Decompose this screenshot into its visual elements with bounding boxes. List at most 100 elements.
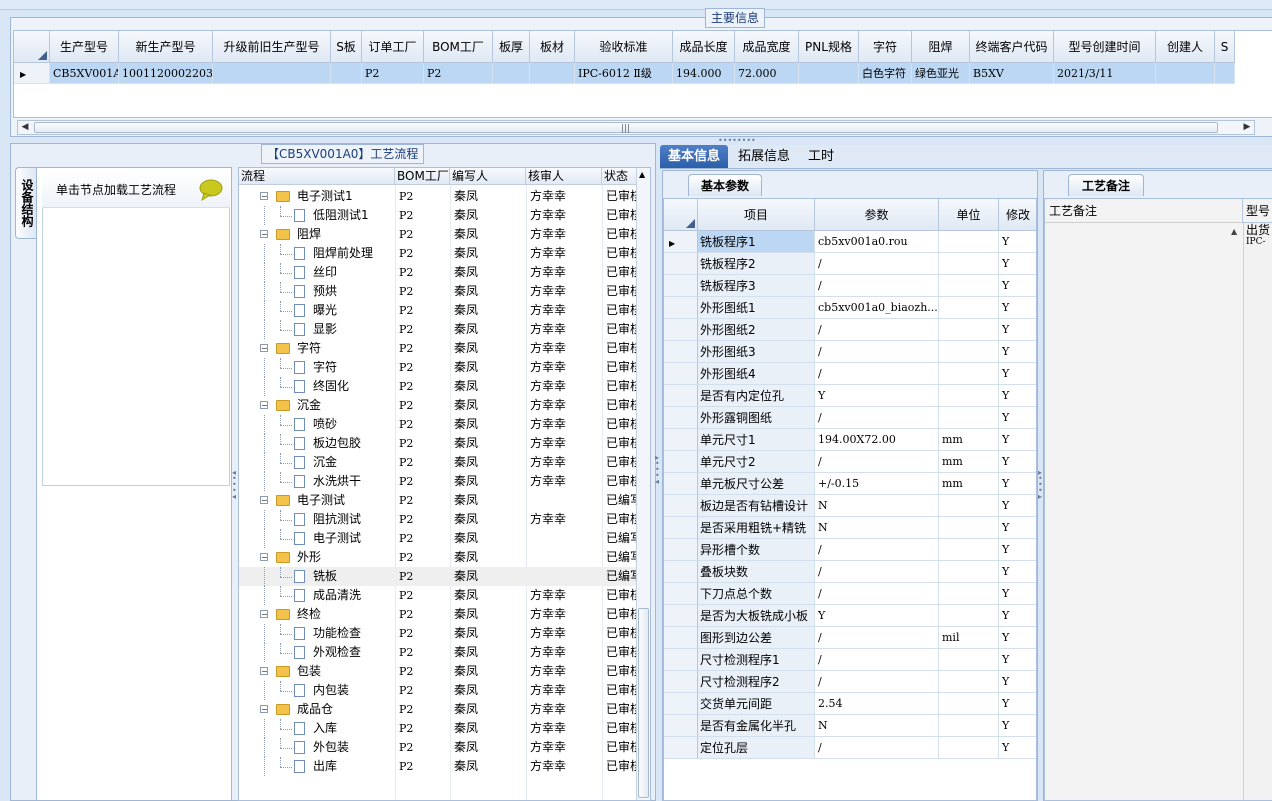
- tree-node[interactable]: 字符: [239, 358, 395, 377]
- param-modify[interactable]: Y: [999, 605, 1036, 627]
- param-unit[interactable]: [939, 561, 999, 583]
- scrollbar-thumb[interactable]: |||: [34, 122, 1218, 134]
- param-unit[interactable]: [939, 231, 999, 253]
- param-row[interactable]: 下刀点总个数 / Y: [664, 583, 1036, 605]
- main-cell[interactable]: CB5XV001A0: [50, 63, 119, 84]
- tree-row[interactable]: − 电子测试 P2 秦凤 已编写: [239, 491, 638, 510]
- scroll-up-icon[interactable]: ▲: [1231, 227, 1237, 236]
- param-row-indicator[interactable]: [664, 341, 698, 363]
- main-cell[interactable]: 2021/3/11: [1054, 63, 1156, 84]
- param-row[interactable]: 铣板程序2/ Y: [664, 253, 1036, 275]
- param-row-indicator[interactable]: [664, 561, 698, 583]
- main-cell[interactable]: IPC-6012 Ⅱ级: [575, 63, 673, 84]
- param-unit[interactable]: [939, 671, 999, 693]
- tree-node[interactable]: 沉金: [239, 453, 395, 472]
- tree-scrollbar-thumb[interactable]: [638, 608, 649, 798]
- row-indicator[interactable]: ▶: [14, 63, 50, 84]
- tree-col-header[interactable]: BOM工厂: [395, 168, 450, 185]
- param-value[interactable]: Y: [815, 385, 939, 407]
- tree-row[interactable]: 入库 P2 秦凤 方幸幸 已审核: [239, 719, 638, 738]
- main-cell[interactable]: P2: [362, 63, 424, 84]
- param-modify[interactable]: Y: [999, 429, 1036, 451]
- param-unit[interactable]: [939, 693, 999, 715]
- param-row[interactable]: 异形槽个数 / Y: [664, 539, 1036, 561]
- param-row-indicator[interactable]: [664, 539, 698, 561]
- tree-row[interactable]: 字符 P2 秦凤 方幸幸 已审核: [239, 358, 638, 377]
- main-col-header[interactable]: 板厚: [493, 31, 530, 63]
- main-cell[interactable]: 10011200022039: [119, 63, 213, 84]
- param-row-indicator[interactable]: [664, 715, 698, 737]
- main-col-header[interactable]: S: [1215, 31, 1235, 63]
- tree-node[interactable]: 铣板: [239, 567, 395, 586]
- param-modify[interactable]: Y: [999, 297, 1036, 319]
- param-col-header[interactable]: 项目: [698, 199, 815, 231]
- param-row-indicator[interactable]: [664, 451, 698, 473]
- param-modify[interactable]: Y: [999, 253, 1036, 275]
- tree-node[interactable]: − 包装: [239, 662, 395, 681]
- param-value[interactable]: /: [815, 649, 939, 671]
- main-col-header[interactable]: 板材: [530, 31, 575, 63]
- param-row-indicator[interactable]: [664, 737, 698, 759]
- collapse-icon[interactable]: −: [260, 610, 268, 619]
- param-value[interactable]: /: [815, 627, 939, 649]
- param-row[interactable]: 是否采用粗铣+精铣 N Y: [664, 517, 1036, 539]
- left-splitter-grip-icon[interactable]: ◂ • • • ◂: [232, 469, 237, 501]
- main-col-header[interactable]: 验收标准: [575, 31, 673, 63]
- param-row[interactable]: ▶ 铣板程序1 cb5xv001a0.rou Y: [664, 231, 1036, 253]
- tree-row[interactable]: 电子测试 P2 秦凤 已编写: [239, 529, 638, 548]
- param-value[interactable]: /: [815, 561, 939, 583]
- param-value[interactable]: /: [815, 539, 939, 561]
- param-row[interactable]: 外形图纸2/ Y: [664, 319, 1036, 341]
- param-modify[interactable]: Y: [999, 583, 1036, 605]
- param-unit[interactable]: mil: [939, 627, 999, 649]
- main-col-header[interactable]: 成品长度: [673, 31, 735, 63]
- tree-row[interactable]: − 包装 P2 秦凤 方幸幸 已审核: [239, 662, 638, 681]
- model-header[interactable]: 型号: [1243, 199, 1272, 223]
- param-modify[interactable]: Y: [999, 539, 1036, 561]
- param-row[interactable]: 定位孔层 / Y: [664, 737, 1036, 759]
- tab-work-hours[interactable]: 工时: [800, 145, 842, 168]
- param-row-indicator[interactable]: [664, 671, 698, 693]
- subtab-process-remarks[interactable]: 工艺备注: [1068, 174, 1144, 196]
- tree-row[interactable]: 内包装 P2 秦凤 方幸幸 已审核: [239, 681, 638, 700]
- main-cell[interactable]: [213, 63, 331, 84]
- tree-node[interactable]: − 成品仓: [239, 700, 395, 719]
- param-row-indicator[interactable]: [664, 517, 698, 539]
- tree-row[interactable]: 外观检查 P2 秦凤 方幸幸 已审核: [239, 643, 638, 662]
- collapse-icon[interactable]: −: [260, 553, 268, 562]
- param-row[interactable]: 铣板程序3/ Y: [664, 275, 1036, 297]
- param-row-indicator[interactable]: [664, 693, 698, 715]
- tree-node[interactable]: 外包装: [239, 738, 395, 757]
- right-splitter-grip-icon[interactable]: ▸ • • • ▸: [1038, 469, 1043, 501]
- main-col-header[interactable]: 字符: [859, 31, 912, 63]
- tree-row[interactable]: − 字符 P2 秦凤 方幸幸 已审核: [239, 339, 638, 358]
- tree-node[interactable]: − 终检: [239, 605, 395, 624]
- param-modify[interactable]: Y: [999, 363, 1036, 385]
- param-row[interactable]: 单元板尺寸公差 +/-0.15 mm Y: [664, 473, 1036, 495]
- param-col-header[interactable]: 参数: [815, 199, 939, 231]
- param-row-indicator[interactable]: [664, 297, 698, 319]
- param-row-indicator[interactable]: [664, 385, 698, 407]
- tree-row[interactable]: 丝印 P2 秦凤 方幸幸 已审核: [239, 263, 638, 282]
- tree-row[interactable]: − 阻焊 P2 秦凤 方幸幸 已审核: [239, 225, 638, 244]
- tree-node[interactable]: 成品清洗: [239, 586, 395, 605]
- param-modify[interactable]: Y: [999, 451, 1036, 473]
- scroll-left-icon[interactable]: ◀: [18, 121, 32, 134]
- param-row-indicator[interactable]: [664, 429, 698, 451]
- param-modify[interactable]: Y: [999, 649, 1036, 671]
- collapse-icon[interactable]: −: [260, 401, 268, 410]
- param-unit[interactable]: [939, 649, 999, 671]
- tree-row[interactable]: − 沉金 P2 秦凤 方幸幸 已审核: [239, 396, 638, 415]
- param-unit[interactable]: [939, 407, 999, 429]
- main-cell[interactable]: B5XV: [970, 63, 1054, 84]
- main-col-header[interactable]: 成品宽度: [735, 31, 799, 63]
- param-unit[interactable]: [939, 253, 999, 275]
- node-hint-header[interactable]: 单击节点加载工艺流程: [42, 170, 230, 208]
- tree-row[interactable]: 外包装 P2 秦凤 方幸幸 已审核: [239, 738, 638, 757]
- param-value[interactable]: cb5xv001a0_biaozh...: [815, 297, 939, 319]
- param-row-indicator[interactable]: [664, 253, 698, 275]
- param-unit[interactable]: [939, 539, 999, 561]
- tree-col-header[interactable]: 流程: [239, 168, 395, 185]
- tree-node[interactable]: 曝光: [239, 301, 395, 320]
- tab-extended-info[interactable]: 拓展信息: [730, 145, 798, 168]
